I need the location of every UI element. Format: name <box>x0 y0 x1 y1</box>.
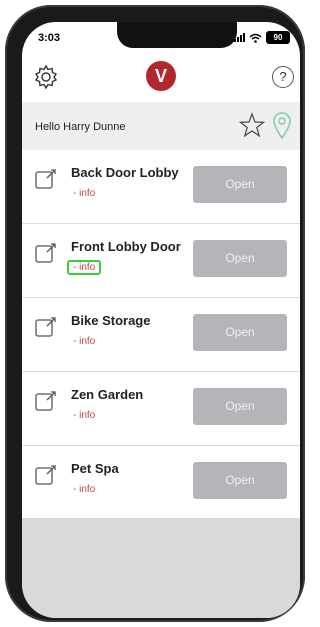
battery-icon: 90 <box>266 31 290 44</box>
list-item: Bike Storage - info Open <box>22 298 300 372</box>
info-link[interactable]: - info <box>67 260 102 275</box>
list-item: Pet Spa - info Open <box>22 446 300 520</box>
door-icon <box>35 317 56 337</box>
door-name: Front Lobby Door <box>71 239 181 254</box>
info-link[interactable]: - info <box>71 188 97 199</box>
greeting-text: Hello Harry Dunne <box>35 121 126 133</box>
open-button[interactable]: Open <box>193 240 287 277</box>
open-button[interactable]: Open <box>193 166 287 203</box>
door-list: Back Door Lobby - info Open Front Lobby … <box>22 150 300 520</box>
open-button[interactable]: Open <box>193 388 287 425</box>
info-link[interactable]: - info <box>71 336 97 347</box>
status-bar: 3:03 90 <box>22 22 300 52</box>
status-icons: 90 <box>234 31 290 44</box>
star-icon[interactable] <box>239 112 265 138</box>
brand-logo: V <box>146 61 176 91</box>
door-name: Zen Garden <box>71 387 144 402</box>
door-icon <box>35 391 56 411</box>
top-bar: V ? <box>22 56 300 100</box>
open-button[interactable]: Open <box>193 462 287 499</box>
location-pin-icon[interactable] <box>272 111 292 139</box>
door-name: Bike Storage <box>71 313 151 328</box>
list-item: Back Door Lobby - info Open <box>22 150 300 224</box>
door-icon <box>35 465 56 485</box>
info-link[interactable]: - info <box>71 410 97 421</box>
gear-icon[interactable] <box>33 64 59 90</box>
door-name: Back Door Lobby <box>71 165 179 180</box>
status-time: 3:03 <box>38 32 61 44</box>
empty-area <box>22 518 300 618</box>
list-item: Zen Garden - info Open <box>22 372 300 446</box>
open-button[interactable]: Open <box>193 314 287 351</box>
greeting-bar: Hello Harry Dunne <box>22 102 300 150</box>
signal-icon <box>234 33 245 42</box>
wifi-icon <box>249 33 262 43</box>
app-screen: 3:03 90 V ? Hello Harry Dunne Back Door … <box>22 22 300 618</box>
list-item: Front Lobby Door - info Open <box>22 224 300 298</box>
info-link[interactable]: - info <box>71 484 97 495</box>
door-name: Pet Spa <box>71 461 119 476</box>
help-button[interactable]: ? <box>272 66 294 88</box>
phone-frame: 3:03 90 V ? Hello Harry Dunne Back Door … <box>5 5 305 622</box>
door-icon <box>35 169 56 189</box>
door-icon <box>35 243 56 263</box>
